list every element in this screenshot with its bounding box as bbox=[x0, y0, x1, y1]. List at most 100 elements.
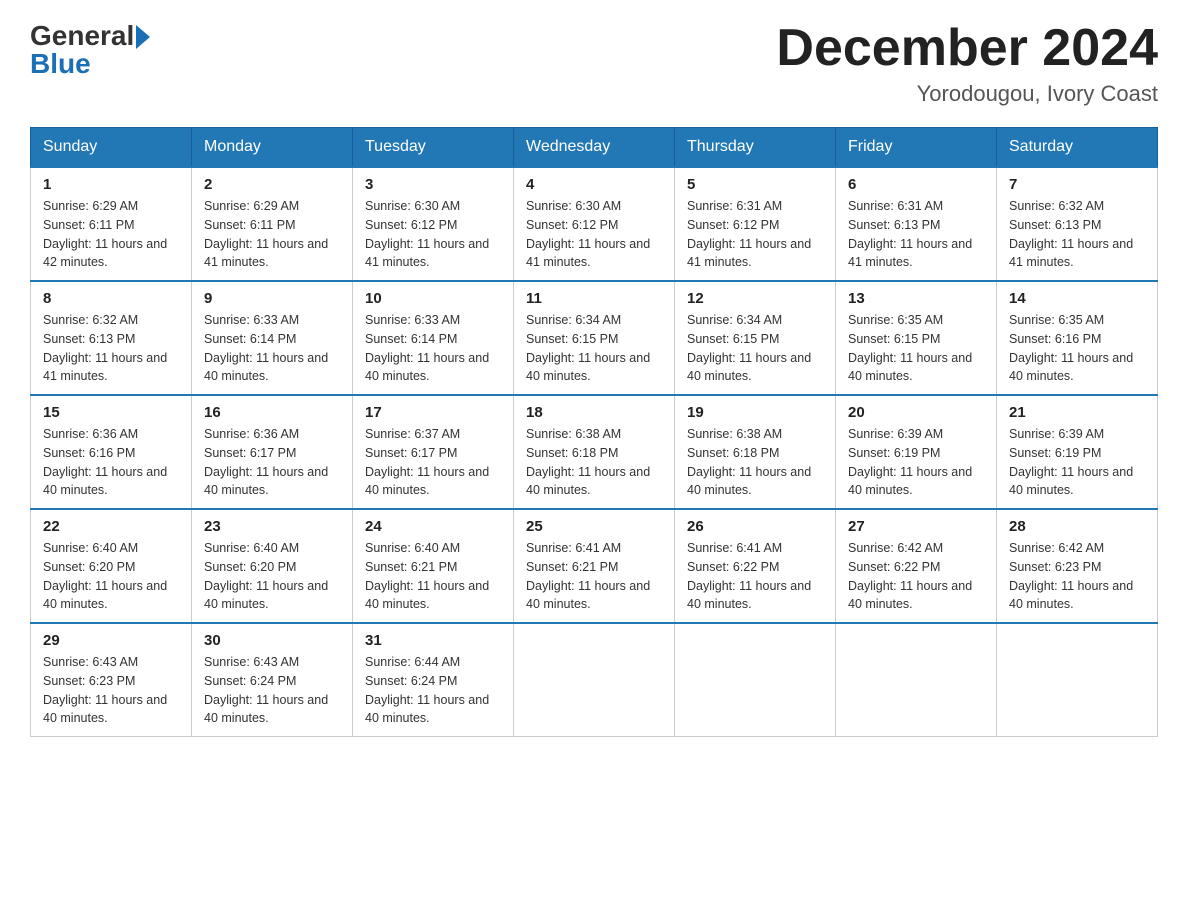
day-info: Sunrise: 6:43 AMSunset: 6:24 PMDaylight:… bbox=[204, 653, 340, 728]
day-number: 10 bbox=[365, 290, 501, 307]
day-info: Sunrise: 6:38 AMSunset: 6:18 PMDaylight:… bbox=[526, 425, 662, 500]
calendar-cell: 26 Sunrise: 6:41 AMSunset: 6:22 PMDaylig… bbox=[675, 509, 836, 623]
day-info: Sunrise: 6:42 AMSunset: 6:22 PMDaylight:… bbox=[848, 539, 984, 614]
day-number: 28 bbox=[1009, 518, 1145, 535]
day-info: Sunrise: 6:31 AMSunset: 6:13 PMDaylight:… bbox=[848, 197, 984, 272]
logo: General Blue bbox=[30, 20, 150, 80]
day-number: 30 bbox=[204, 632, 340, 649]
logo-blue-text: Blue bbox=[30, 48, 150, 80]
column-header-sunday: Sunday bbox=[31, 128, 192, 168]
calendar-cell: 31 Sunrise: 6:44 AMSunset: 6:24 PMDaylig… bbox=[353, 623, 514, 737]
calendar-cell: 12 Sunrise: 6:34 AMSunset: 6:15 PMDaylig… bbox=[675, 281, 836, 395]
calendar-cell: 23 Sunrise: 6:40 AMSunset: 6:20 PMDaylig… bbox=[192, 509, 353, 623]
day-info: Sunrise: 6:32 AMSunset: 6:13 PMDaylight:… bbox=[43, 311, 179, 386]
calendar-week-row: 29 Sunrise: 6:43 AMSunset: 6:23 PMDaylig… bbox=[31, 623, 1158, 737]
day-info: Sunrise: 6:39 AMSunset: 6:19 PMDaylight:… bbox=[1009, 425, 1145, 500]
day-info: Sunrise: 6:34 AMSunset: 6:15 PMDaylight:… bbox=[687, 311, 823, 386]
day-number: 29 bbox=[43, 632, 179, 649]
day-info: Sunrise: 6:34 AMSunset: 6:15 PMDaylight:… bbox=[526, 311, 662, 386]
day-info: Sunrise: 6:42 AMSunset: 6:23 PMDaylight:… bbox=[1009, 539, 1145, 614]
day-info: Sunrise: 6:40 AMSunset: 6:20 PMDaylight:… bbox=[204, 539, 340, 614]
day-number: 21 bbox=[1009, 404, 1145, 421]
day-number: 8 bbox=[43, 290, 179, 307]
calendar-cell: 7 Sunrise: 6:32 AMSunset: 6:13 PMDayligh… bbox=[997, 167, 1158, 281]
day-number: 12 bbox=[687, 290, 823, 307]
day-number: 3 bbox=[365, 176, 501, 193]
calendar-cell: 3 Sunrise: 6:30 AMSunset: 6:12 PMDayligh… bbox=[353, 167, 514, 281]
day-info: Sunrise: 6:29 AMSunset: 6:11 PMDaylight:… bbox=[204, 197, 340, 272]
day-info: Sunrise: 6:43 AMSunset: 6:23 PMDaylight:… bbox=[43, 653, 179, 728]
calendar-cell: 5 Sunrise: 6:31 AMSunset: 6:12 PMDayligh… bbox=[675, 167, 836, 281]
day-info: Sunrise: 6:33 AMSunset: 6:14 PMDaylight:… bbox=[204, 311, 340, 386]
calendar-cell: 18 Sunrise: 6:38 AMSunset: 6:18 PMDaylig… bbox=[514, 395, 675, 509]
column-header-wednesday: Wednesday bbox=[514, 128, 675, 168]
day-number: 16 bbox=[204, 404, 340, 421]
calendar-cell: 6 Sunrise: 6:31 AMSunset: 6:13 PMDayligh… bbox=[836, 167, 997, 281]
day-info: Sunrise: 6:32 AMSunset: 6:13 PMDaylight:… bbox=[1009, 197, 1145, 272]
day-info: Sunrise: 6:36 AMSunset: 6:17 PMDaylight:… bbox=[204, 425, 340, 500]
calendar-week-row: 22 Sunrise: 6:40 AMSunset: 6:20 PMDaylig… bbox=[31, 509, 1158, 623]
column-header-saturday: Saturday bbox=[997, 128, 1158, 168]
column-header-friday: Friday bbox=[836, 128, 997, 168]
calendar-cell: 15 Sunrise: 6:36 AMSunset: 6:16 PMDaylig… bbox=[31, 395, 192, 509]
calendar-cell: 17 Sunrise: 6:37 AMSunset: 6:17 PMDaylig… bbox=[353, 395, 514, 509]
day-number: 22 bbox=[43, 518, 179, 535]
day-info: Sunrise: 6:38 AMSunset: 6:18 PMDaylight:… bbox=[687, 425, 823, 500]
calendar-cell: 25 Sunrise: 6:41 AMSunset: 6:21 PMDaylig… bbox=[514, 509, 675, 623]
column-header-tuesday: Tuesday bbox=[353, 128, 514, 168]
day-info: Sunrise: 6:33 AMSunset: 6:14 PMDaylight:… bbox=[365, 311, 501, 386]
day-info: Sunrise: 6:41 AMSunset: 6:22 PMDaylight:… bbox=[687, 539, 823, 614]
day-number: 6 bbox=[848, 176, 984, 193]
calendar-cell bbox=[997, 623, 1158, 737]
logo-arrow-icon bbox=[136, 25, 150, 49]
calendar-cell: 4 Sunrise: 6:30 AMSunset: 6:12 PMDayligh… bbox=[514, 167, 675, 281]
day-number: 24 bbox=[365, 518, 501, 535]
page-header: General Blue December 2024 Yorodougou, I… bbox=[30, 20, 1158, 107]
day-number: 4 bbox=[526, 176, 662, 193]
day-number: 27 bbox=[848, 518, 984, 535]
month-year-title: December 2024 bbox=[776, 20, 1158, 77]
day-info: Sunrise: 6:35 AMSunset: 6:16 PMDaylight:… bbox=[1009, 311, 1145, 386]
calendar-cell: 22 Sunrise: 6:40 AMSunset: 6:20 PMDaylig… bbox=[31, 509, 192, 623]
calendar-cell bbox=[514, 623, 675, 737]
day-info: Sunrise: 6:40 AMSunset: 6:20 PMDaylight:… bbox=[43, 539, 179, 614]
calendar-cell: 11 Sunrise: 6:34 AMSunset: 6:15 PMDaylig… bbox=[514, 281, 675, 395]
day-number: 15 bbox=[43, 404, 179, 421]
calendar-cell: 13 Sunrise: 6:35 AMSunset: 6:15 PMDaylig… bbox=[836, 281, 997, 395]
calendar-cell: 8 Sunrise: 6:32 AMSunset: 6:13 PMDayligh… bbox=[31, 281, 192, 395]
day-info: Sunrise: 6:36 AMSunset: 6:16 PMDaylight:… bbox=[43, 425, 179, 500]
calendar-cell: 20 Sunrise: 6:39 AMSunset: 6:19 PMDaylig… bbox=[836, 395, 997, 509]
column-header-monday: Monday bbox=[192, 128, 353, 168]
calendar-header-row: SundayMondayTuesdayWednesdayThursdayFrid… bbox=[31, 128, 1158, 168]
calendar-cell: 9 Sunrise: 6:33 AMSunset: 6:14 PMDayligh… bbox=[192, 281, 353, 395]
day-number: 26 bbox=[687, 518, 823, 535]
day-number: 14 bbox=[1009, 290, 1145, 307]
day-info: Sunrise: 6:44 AMSunset: 6:24 PMDaylight:… bbox=[365, 653, 501, 728]
calendar-cell: 14 Sunrise: 6:35 AMSunset: 6:16 PMDaylig… bbox=[997, 281, 1158, 395]
title-section: December 2024 Yorodougou, Ivory Coast bbox=[776, 20, 1158, 107]
calendar-cell bbox=[836, 623, 997, 737]
calendar-cell: 27 Sunrise: 6:42 AMSunset: 6:22 PMDaylig… bbox=[836, 509, 997, 623]
day-number: 23 bbox=[204, 518, 340, 535]
calendar-cell bbox=[675, 623, 836, 737]
column-header-thursday: Thursday bbox=[675, 128, 836, 168]
day-number: 13 bbox=[848, 290, 984, 307]
calendar-cell: 30 Sunrise: 6:43 AMSunset: 6:24 PMDaylig… bbox=[192, 623, 353, 737]
calendar-cell: 24 Sunrise: 6:40 AMSunset: 6:21 PMDaylig… bbox=[353, 509, 514, 623]
day-number: 19 bbox=[687, 404, 823, 421]
calendar-table: SundayMondayTuesdayWednesdayThursdayFrid… bbox=[30, 127, 1158, 737]
calendar-cell: 21 Sunrise: 6:39 AMSunset: 6:19 PMDaylig… bbox=[997, 395, 1158, 509]
day-number: 25 bbox=[526, 518, 662, 535]
calendar-cell: 16 Sunrise: 6:36 AMSunset: 6:17 PMDaylig… bbox=[192, 395, 353, 509]
day-number: 5 bbox=[687, 176, 823, 193]
calendar-week-row: 1 Sunrise: 6:29 AMSunset: 6:11 PMDayligh… bbox=[31, 167, 1158, 281]
day-info: Sunrise: 6:40 AMSunset: 6:21 PMDaylight:… bbox=[365, 539, 501, 614]
day-number: 7 bbox=[1009, 176, 1145, 193]
calendar-cell: 2 Sunrise: 6:29 AMSunset: 6:11 PMDayligh… bbox=[192, 167, 353, 281]
day-number: 20 bbox=[848, 404, 984, 421]
calendar-cell: 19 Sunrise: 6:38 AMSunset: 6:18 PMDaylig… bbox=[675, 395, 836, 509]
location-subtitle: Yorodougou, Ivory Coast bbox=[776, 81, 1158, 107]
calendar-week-row: 8 Sunrise: 6:32 AMSunset: 6:13 PMDayligh… bbox=[31, 281, 1158, 395]
day-number: 17 bbox=[365, 404, 501, 421]
calendar-week-row: 15 Sunrise: 6:36 AMSunset: 6:16 PMDaylig… bbox=[31, 395, 1158, 509]
